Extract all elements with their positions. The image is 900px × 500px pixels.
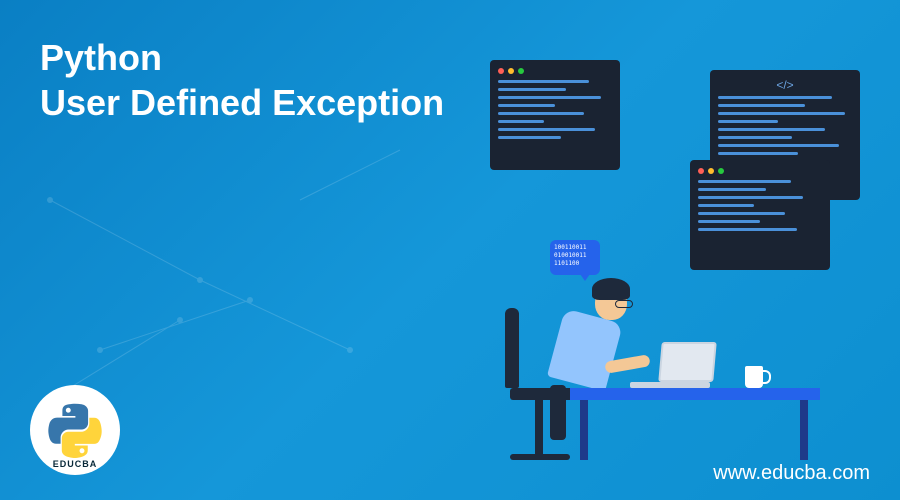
binary-text: 100110011 010010011 1101100: [554, 244, 596, 267]
code-tag-icon: </>: [718, 78, 852, 92]
person-leg-shape: [550, 385, 566, 440]
brand-label: EDUCBA: [53, 459, 98, 469]
python-logo-icon: [48, 403, 103, 458]
code-window-left: [490, 60, 620, 170]
desk-top-shape: [570, 388, 820, 400]
chair-back-shape: [505, 308, 519, 388]
person-glasses-shape: [615, 300, 633, 308]
title-line-1: Python: [40, 37, 162, 78]
hero-illustration: </> 100110011 010010011 1101100: [370, 60, 870, 460]
window-controls-icon: [698, 168, 822, 174]
window-controls-icon: [498, 68, 612, 74]
chair-base-shape: [510, 454, 570, 460]
code-window-right-bottom: [690, 160, 830, 270]
coffee-mug-shape: [745, 366, 763, 388]
desk-leg-right-shape: [800, 400, 808, 460]
python-logo-badge: EDUCBA: [30, 385, 120, 475]
laptop-base-shape: [630, 382, 710, 388]
binary-speech-bubble: 100110011 010010011 1101100: [550, 240, 600, 275]
person-body-shape: [547, 308, 623, 391]
chair-leg-shape: [535, 400, 543, 460]
website-url: www.educba.com: [713, 462, 870, 485]
person-hair-shape: [592, 278, 630, 300]
laptop-screen-shape: [658, 342, 716, 382]
desk-leg-left-shape: [580, 400, 588, 460]
